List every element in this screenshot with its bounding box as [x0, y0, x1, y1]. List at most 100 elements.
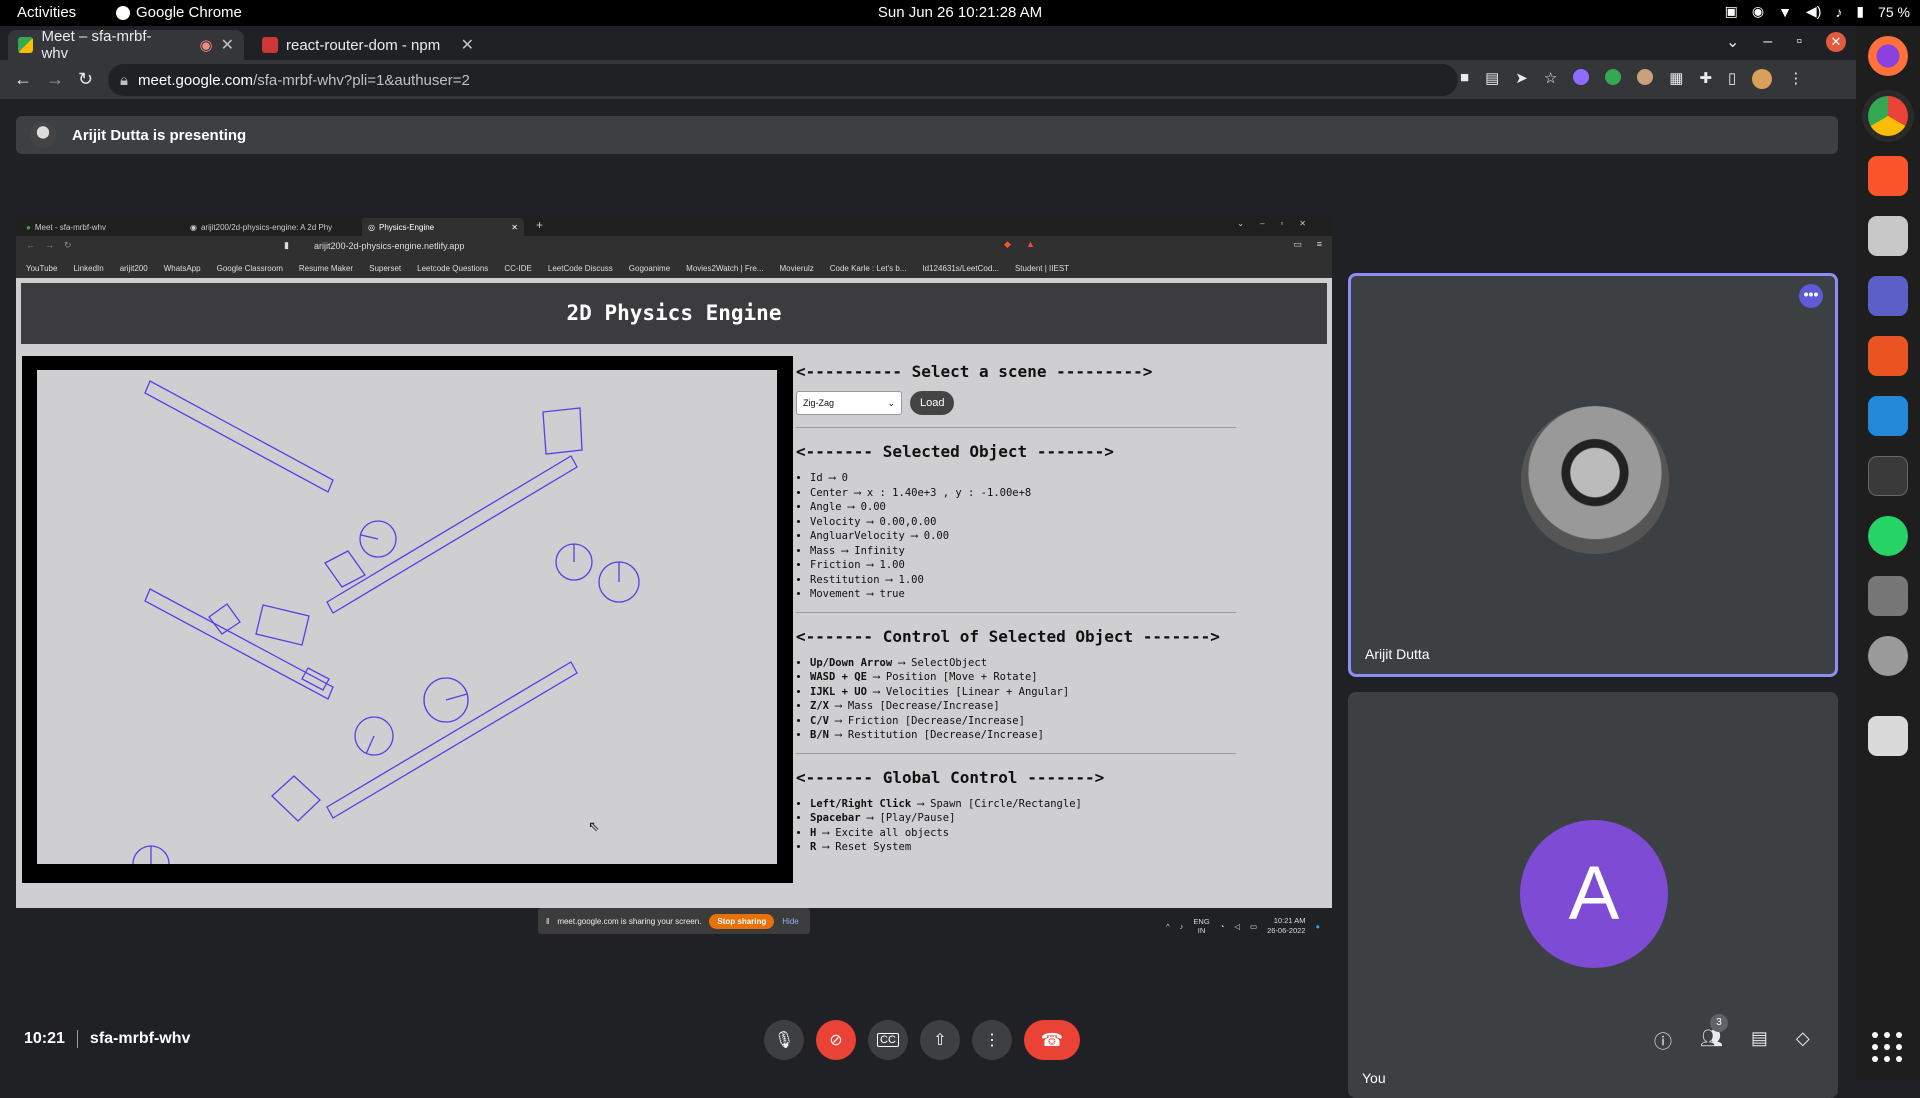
- lang-code: ENG: [1193, 917, 1210, 926]
- forward-arrow-icon[interactable]: →: [46, 69, 64, 90]
- control-key: Z/X: [810, 700, 829, 712]
- shared-bookmarks-bar: YouTube LinkedIn arijit200 WhatsApp Google C…: [16, 258, 1332, 278]
- camera-off-icon: ⊘: [829, 1032, 843, 1049]
- control-desc: ⟶ Mass [Decrease/Increase]: [828, 700, 1000, 712]
- shared-menu-icon: ≡: [1316, 239, 1322, 249]
- network-icon: ◉: [1751, 3, 1765, 19]
- teams-icon[interactable]: [1868, 276, 1908, 316]
- side-controls: ⓘ 👥︎ 3 ▤ ◇: [1654, 1014, 1810, 1054]
- address-bar[interactable]: 🔒︎ meet.google.com /sfa-mrbf-whv?pli=1&a…: [108, 64, 1458, 96]
- camera-off-button[interactable]: ⊘: [816, 1020, 856, 1060]
- property-item: Center ⟶ x : 1.40e+3 , y : -1.00e+8: [810, 486, 1236, 501]
- property-item: Angle ⟶ 0.00: [810, 500, 1236, 515]
- window-close-icon[interactable]: ✕: [1826, 32, 1846, 52]
- chat-icon[interactable]: ▤: [1751, 1028, 1768, 1054]
- mouse-cursor-icon: ⇖: [588, 818, 600, 834]
- activities-shapes-icon[interactable]: ◇: [1796, 1028, 1810, 1054]
- battery-icon: ▮: [1856, 3, 1865, 19]
- whatsapp-icon[interactable]: [1868, 516, 1908, 556]
- reload-icon[interactable]: ↻: [78, 69, 93, 90]
- screen-share-indicator-icon: ▣: [1724, 3, 1738, 19]
- slope-bar: [326, 661, 578, 819]
- meeting-details-info-icon[interactable]: ⓘ: [1654, 1028, 1672, 1054]
- rectangle-body: [542, 407, 583, 455]
- scene-select[interactable]: Zig-Zag ⌄: [796, 391, 902, 415]
- firefox-icon[interactable]: [1868, 36, 1908, 76]
- volume-icon: ◀): [1805, 3, 1822, 19]
- npm-favicon-icon: [262, 37, 278, 53]
- extension-green-icon[interactable]: [1605, 69, 1622, 85]
- brave-icon[interactable]: [1868, 156, 1908, 196]
- load-button[interactable]: Load: [910, 391, 955, 415]
- slope-bar: [144, 380, 334, 493]
- shared-address-bar: ←→↻ ▮ arijit200-2d-physics-engine.netlif…: [16, 236, 1332, 258]
- tab-npm[interactable]: react-router-dom - npm ✕: [252, 30, 484, 60]
- extension-purple-icon[interactable]: [1573, 69, 1590, 85]
- meeting-info: 10:21 sfa-mrbf-whv: [24, 1030, 190, 1048]
- app-center-icon[interactable]: [1868, 336, 1908, 376]
- bookmark-item: Code Karle : Let's b...: [829, 263, 907, 273]
- star-icon[interactable]: ☆: [1544, 69, 1557, 89]
- minimize-icon[interactable]: –: [1763, 33, 1772, 51]
- bookmark-item: Movierulz: [779, 263, 814, 273]
- translate-icon[interactable]: ▤: [1485, 69, 1499, 89]
- people-button[interactable]: 👥︎ 3: [1700, 1014, 1728, 1054]
- tab-search-chevron-icon[interactable]: ⌄: [1726, 32, 1739, 52]
- shared-tab-title: arijit200/2d-physics-engine: A 2d Phy: [200, 222, 333, 232]
- more-options-button[interactable]: ⋮: [972, 1020, 1012, 1060]
- files-icon[interactable]: [1868, 216, 1908, 256]
- leave-call-button[interactable]: ☎︎: [1024, 1020, 1080, 1060]
- property-item: AngluarVelocity ⟶ 0.00: [810, 529, 1236, 544]
- send-icon[interactable]: ➤: [1515, 69, 1528, 89]
- terminal-icon[interactable]: [1868, 456, 1908, 496]
- control-key: IJKL + UO: [810, 685, 867, 698]
- microphone-button[interactable]: 🎙︎: [764, 1020, 804, 1060]
- meet-page: Arijit Dutta is presenting ● Meet - sfa-m…: [0, 99, 1856, 1098]
- control-desc: ⟶ Friction [Decrease/Increase]: [828, 714, 1025, 727]
- simulation-canvas: ⇖: [37, 370, 777, 883]
- extension-clipboard-icon[interactable]: ▦: [1669, 69, 1683, 89]
- bookmark-item: LinkedIn: [73, 263, 104, 273]
- bookmark-item: CC-IDE: [504, 263, 532, 273]
- property-item: Velocity ⟶ 0.00,0.00: [810, 515, 1236, 530]
- shared-window-controls: ⌄–▫✕: [1237, 219, 1322, 228]
- chevron-down-icon: ⌄: [887, 397, 895, 408]
- control-item: Up/Down Arrow ⟶ SelectObject: [810, 656, 1236, 671]
- divider: [76, 1030, 78, 1048]
- present-button[interactable]: ⇧: [920, 1020, 960, 1060]
- back-arrow-icon[interactable]: ←: [14, 69, 32, 90]
- browser-menu-icon[interactable]: ⋮: [1788, 69, 1803, 89]
- shared-nav-icons: ←→↻: [26, 240, 82, 250]
- calculator-icon[interactable]: [1868, 576, 1908, 616]
- side-panel-icon[interactable]: ▯: [1728, 69, 1736, 89]
- participant-tile-presenter[interactable]: ••• Arijit Dutta: [1348, 273, 1838, 677]
- system-clock[interactable]: Sun Jun 26 10:21:28 AM: [0, 4, 1920, 21]
- profile-avatar[interactable]: [1752, 69, 1773, 89]
- maximize-icon[interactable]: ▫: [1796, 33, 1802, 51]
- rectangle-body: [255, 604, 310, 646]
- app-menu[interactable]: Google Chrome: [116, 4, 242, 21]
- control-item: IJKL + UO ⟶ Velocities [Linear + Angular…: [810, 685, 1236, 700]
- control-desc: ⟶ SelectObject: [892, 656, 988, 669]
- chrome-icon[interactable]: [1868, 96, 1908, 136]
- show-apps-grid-icon[interactable]: [1872, 1032, 1904, 1064]
- close-tab-icon[interactable]: ✕: [461, 35, 474, 55]
- vscode-icon[interactable]: [1868, 396, 1908, 436]
- tab-meet[interactable]: Meet – sfa-mrbf-whv ◉ ✕: [8, 28, 244, 62]
- tab-title: react-router-dom - npm: [286, 36, 441, 54]
- phone-hangup-icon: ☎︎: [1040, 1029, 1064, 1050]
- captions-button[interactable]: CC: [868, 1020, 908, 1060]
- extension-face-icon[interactable]: [1637, 69, 1654, 85]
- settings-icon[interactable]: [1868, 636, 1908, 676]
- region-code: IN: [1197, 926, 1206, 935]
- trash-icon[interactable]: [1868, 716, 1908, 756]
- extensions-puzzle-icon[interactable]: ✚: [1699, 69, 1712, 89]
- system-tray[interactable]: ▣ ◉ ▼ ◀) ♪ ▮ 75 %: [1725, 3, 1910, 20]
- close-tab-icon[interactable]: ✕: [221, 35, 234, 55]
- divider: [796, 427, 1236, 428]
- activities-button[interactable]: Activities: [17, 4, 76, 21]
- camera-icon[interactable]: ■: [1460, 69, 1469, 89]
- more-options-button[interactable]: •••: [1799, 284, 1823, 308]
- bookmark-item: Movies2Watch | Fre...: [686, 263, 764, 273]
- control-item: Z/X ⟶ Mass [Decrease/Increase]: [810, 699, 1236, 714]
